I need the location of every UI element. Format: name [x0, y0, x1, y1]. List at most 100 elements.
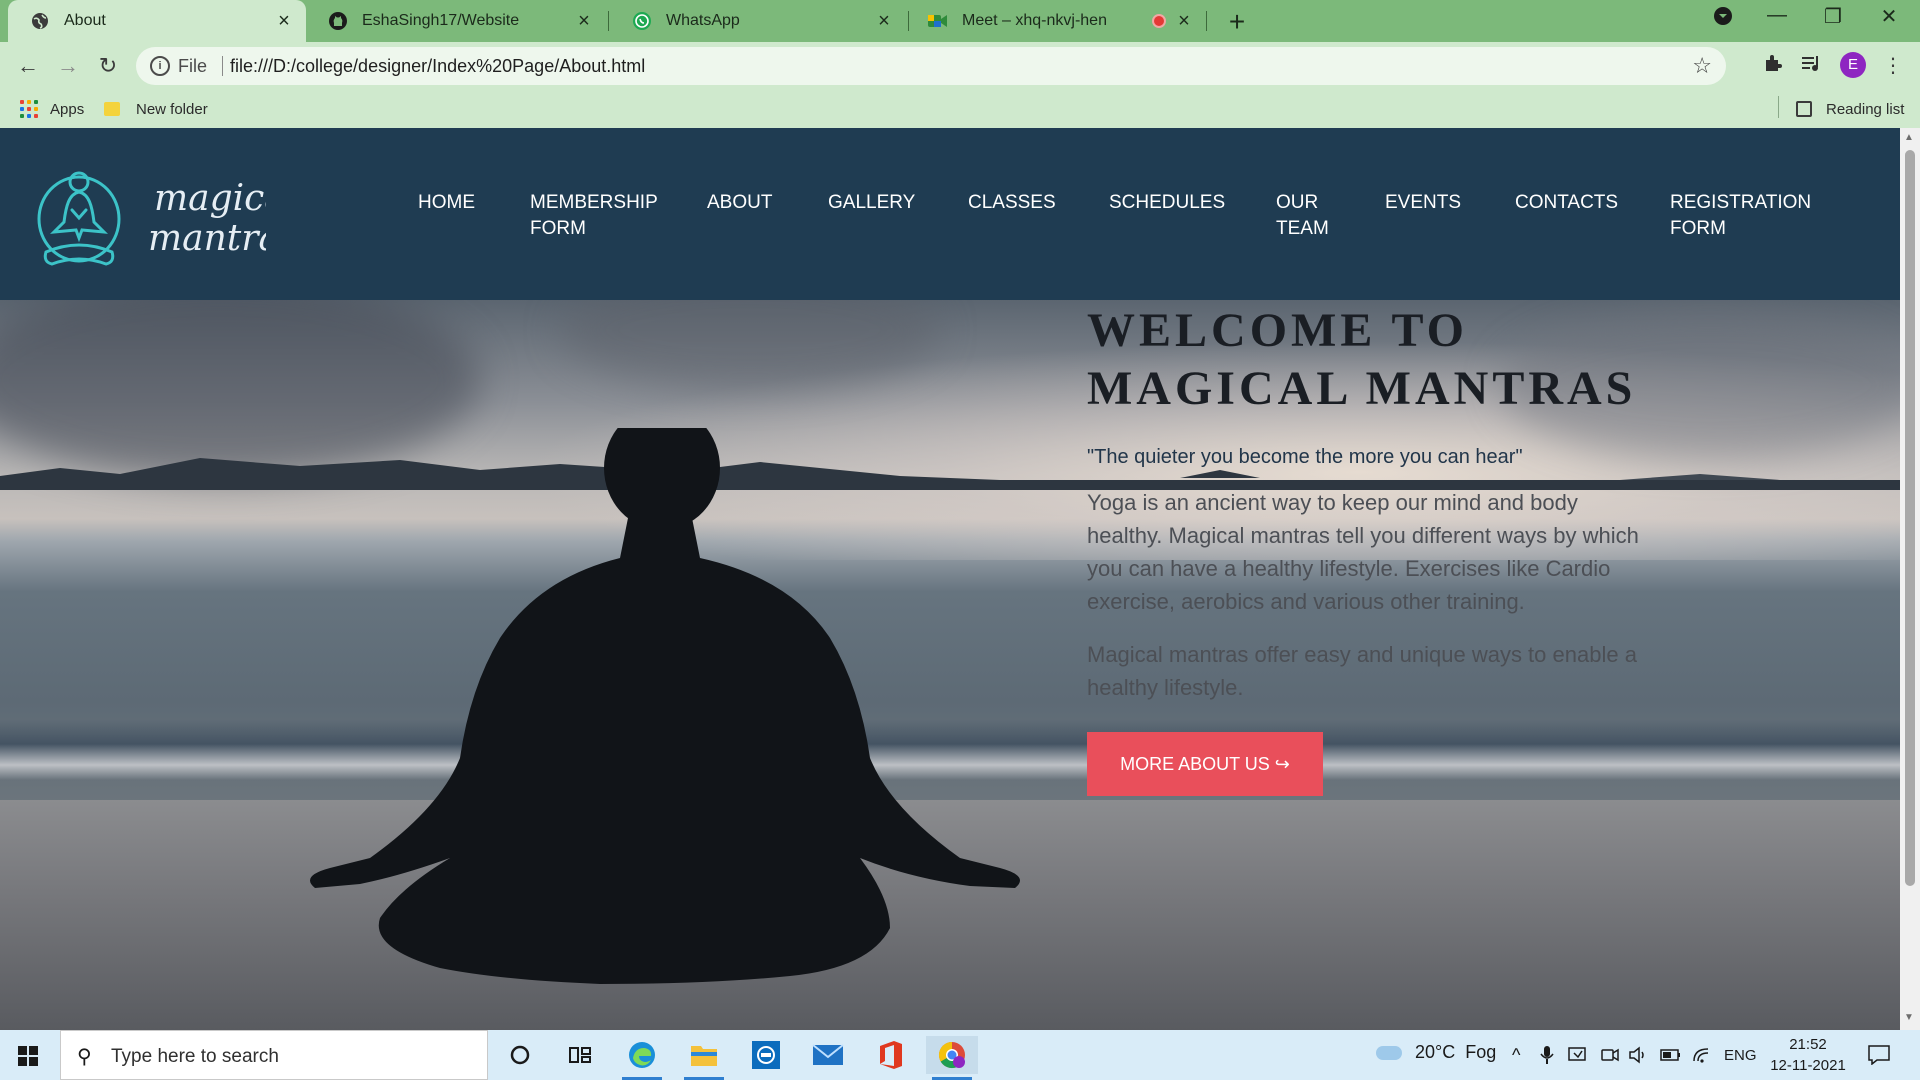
tab-meet[interactable]: Meet – xhq-nkvj-hen × [906, 0, 1206, 42]
tab-search-button[interactable] [1708, 6, 1738, 32]
clock-date: 12-11-2021 [1770, 1057, 1846, 1074]
close-icon[interactable]: × [574, 10, 594, 33]
info-icon[interactable]: i [150, 56, 170, 76]
new-tab-button[interactable]: + [1222, 6, 1252, 38]
nav-gallery[interactable]: GALLERY [828, 190, 915, 216]
nav-events[interactable]: EVENTS [1385, 190, 1461, 216]
battery-icon[interactable] [1660, 1045, 1682, 1070]
hero-paragraph-1: Yoga is an ancient way to keep our mind … [1087, 490, 1639, 614]
tab-github[interactable]: EshaSingh17/Website × [306, 0, 606, 42]
tab-about[interactable]: About × [8, 0, 306, 42]
office-icon[interactable] [864, 1036, 916, 1074]
search-icon: ⚲ [77, 1046, 92, 1068]
bookmark-apps[interactable]: Apps [20, 97, 84, 121]
edge-icon[interactable] [616, 1036, 668, 1080]
nav-home[interactable]: HOME [418, 190, 475, 216]
nav-schedules[interactable]: SCHEDULES [1109, 190, 1225, 216]
volume-icon[interactable] [1628, 1045, 1648, 1070]
close-icon[interactable]: × [1174, 10, 1194, 33]
nav-registration-form[interactable]: REGISTRATION FORM [1670, 190, 1820, 242]
forward-button[interactable]: → [52, 50, 84, 82]
scroll-down-icon[interactable]: ▼ [1904, 1012, 1914, 1023]
tab-title: EshaSingh17/Website [362, 12, 520, 29]
profile-avatar[interactable]: E [1840, 52, 1866, 78]
site-header: magical mantras HOME MEMBERSHIP FORM ABO… [0, 128, 1900, 300]
github-icon [328, 11, 348, 31]
network-status-icon[interactable] [1568, 1045, 1588, 1070]
chevron-down-icon [1714, 7, 1732, 25]
nav-membership-form[interactable]: MEMBERSHIP FORM [530, 190, 660, 242]
address-divider [222, 56, 223, 76]
media-control-icon[interactable] [1798, 53, 1824, 79]
tab-title: About [64, 12, 106, 29]
recording-icon [1152, 14, 1166, 28]
dell-app-icon[interactable] [740, 1036, 792, 1074]
restore-button[interactable]: ❐ [1818, 4, 1848, 29]
scheme-label: File [178, 56, 208, 76]
hero-section: WELCOME TO MAGICAL MANTRAS "The quieter … [0, 300, 1900, 1030]
reading-list-button[interactable]: Reading list [1796, 97, 1904, 121]
meet-tray-icon[interactable] [1600, 1045, 1620, 1070]
taskbar-search[interactable]: ⚲ Type here to search [60, 1030, 488, 1080]
bookmark-label: Reading list [1826, 100, 1905, 118]
logo-text-magical: magical [154, 178, 266, 219]
scroll-up-icon[interactable]: ▲ [1904, 132, 1914, 143]
bookmark-star-icon[interactable]: ☆ [1692, 53, 1712, 79]
search-placeholder: Type here to search [111, 1046, 279, 1067]
bookmark-divider [1778, 96, 1779, 118]
microphone-icon[interactable] [1540, 1045, 1554, 1070]
tab-divider [1206, 11, 1207, 31]
mail-icon[interactable] [802, 1036, 854, 1074]
url-text[interactable]: file:///D:/college/designer/Index%20Page… [224, 56, 645, 77]
cortana-icon[interactable] [494, 1036, 546, 1074]
site-logo[interactable]: magical mantras [36, 164, 298, 279]
close-window-button[interactable]: ✕ [1874, 4, 1904, 29]
notifications-icon[interactable] [1868, 1045, 1890, 1070]
page-scrollbar[interactable]: ▲ ▼ [1900, 128, 1920, 1030]
back-button[interactable]: ← [12, 50, 44, 82]
minimize-button[interactable]: — [1762, 4, 1792, 27]
windows-start-icon[interactable] [18, 1046, 38, 1066]
tab-title: Meet – xhq-nkvj-hen [962, 12, 1107, 29]
hero-quote: "The quieter you become the more you can… [1087, 446, 1523, 468]
logo-text-mantras: mantras [148, 218, 266, 259]
wifi-icon[interactable] [1692, 1045, 1712, 1070]
bookmarks-bar: Apps New folder Reading list [0, 90, 1920, 128]
nav-classes[interactable]: CLASSES [968, 190, 1056, 216]
address-bar[interactable]: i File file:///D:/college/designer/Index… [136, 47, 1726, 85]
meditation-logo-icon [37, 171, 121, 266]
apps-grid-icon [20, 100, 38, 118]
tab-whatsapp[interactable]: WhatsApp × [610, 0, 906, 42]
web-page: magical mantras HOME MEMBERSHIP FORM ABO… [0, 128, 1900, 1030]
menu-kebab-icon[interactable]: ⋮ [1880, 53, 1906, 78]
weather-text: 20°C Fog [1415, 1042, 1497, 1062]
hero-paragraph-2: Magical mantras offer easy and unique wa… [1087, 642, 1637, 700]
nav-about[interactable]: ABOUT [707, 190, 772, 216]
extensions-icon[interactable] [1760, 53, 1786, 79]
nav-contacts[interactable]: CONTACTS [1515, 190, 1618, 216]
browser-tab-strip: About × EshaSingh17/Website × WhatsApp ×… [0, 0, 1920, 42]
folder-icon [104, 102, 120, 116]
task-view-icon[interactable] [554, 1036, 606, 1074]
reload-button[interactable]: ↻ [92, 50, 124, 82]
nav-our-team[interactable]: OUR TEAM [1276, 190, 1346, 242]
close-icon[interactable]: × [874, 10, 894, 33]
bookmark-new-folder[interactable]: New folder [104, 97, 208, 121]
windows-taskbar: ⚲ Type here to search 20°C Fog ^ ENG 21:… [0, 1030, 1920, 1080]
file-explorer-icon[interactable] [678, 1036, 730, 1080]
taskbar-clock[interactable]: 21:52 12-11-2021 [1768, 1034, 1848, 1076]
bookmark-label: Apps [50, 100, 85, 118]
cloud-icon [1376, 1046, 1402, 1061]
weather-widget[interactable]: 20°C Fog [1376, 1042, 1496, 1063]
language-indicator[interactable]: ENG [1724, 1047, 1757, 1064]
meet-icon [928, 11, 948, 31]
yoga-woman-silhouette [310, 428, 1020, 984]
close-icon[interactable]: × [274, 10, 294, 33]
chrome-icon[interactable] [926, 1036, 978, 1080]
browser-toolbar: ← → ↻ i File file:///D:/college/designer… [0, 42, 1920, 90]
chevron-up-icon[interactable]: ^ [1512, 1045, 1520, 1066]
scroll-thumb[interactable] [1905, 150, 1915, 886]
reading-list-icon [1796, 101, 1812, 117]
more-about-us-button[interactable]: MORE ABOUT US ↪ [1087, 732, 1323, 796]
clock-time: 21:52 [1789, 1036, 1827, 1053]
